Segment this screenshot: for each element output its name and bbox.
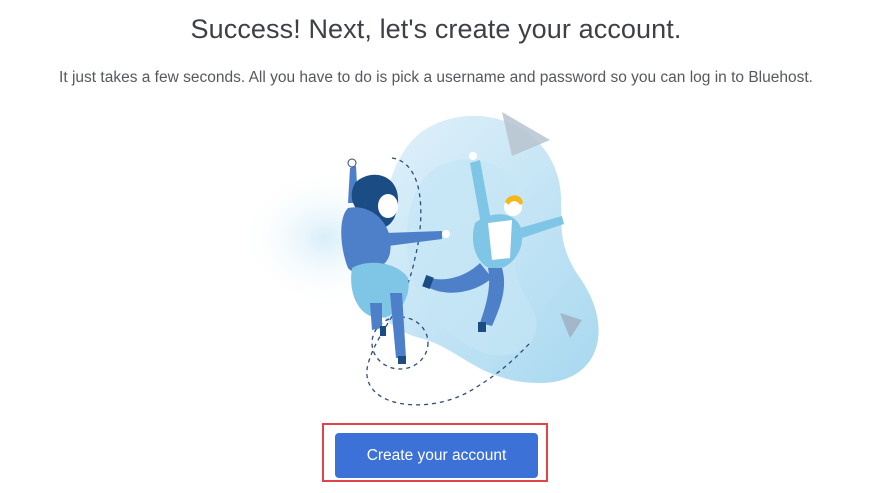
create-account-button[interactable]: Create your account: [335, 433, 538, 478]
page-title: Success! Next, let's create your account…: [190, 14, 682, 44]
celebrating-people-illustration: [230, 108, 630, 418]
page-subtitle: It just takes a few seconds. All you hav…: [59, 69, 813, 86]
